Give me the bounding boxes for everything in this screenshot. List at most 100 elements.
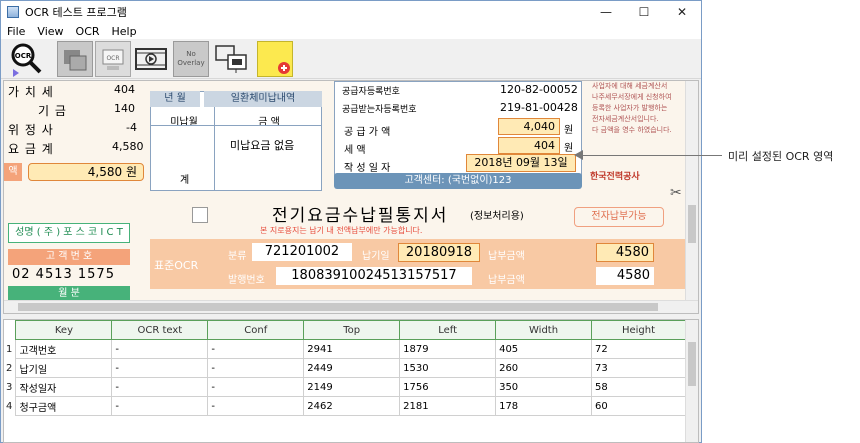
col-header-left[interactable]: Left <box>399 320 497 340</box>
close-button[interactable]: ✕ <box>663 1 701 23</box>
overlay-b-button[interactable]: OCR <box>95 41 131 77</box>
toolbar: OCR OCR No Overlay <box>1 39 701 79</box>
col-header-conf[interactable]: Conf <box>207 320 305 340</box>
magnifier-icon: OCR <box>11 43 42 77</box>
supplier-reg-label: 공급자등록번호 <box>342 87 400 97</box>
svg-text:OCR: OCR <box>15 52 32 60</box>
class-label: 분류 <box>228 251 247 262</box>
cell-left[interactable]: 1879 <box>399 339 497 359</box>
viewer-vertical-scrollbar[interactable] <box>685 81 698 302</box>
cell-width[interactable]: 178 <box>495 396 592 416</box>
cell-top[interactable]: 2941 <box>303 339 401 359</box>
customer-no: 02 4513 1575 <box>12 267 115 282</box>
minimize-button[interactable]: — <box>587 1 625 23</box>
cell-top[interactable]: 2462 <box>303 396 401 416</box>
cell-left[interactable]: 1530 <box>399 358 497 378</box>
payment-label: 납부금액 <box>488 251 525 262</box>
overlay-a-icon <box>64 50 87 71</box>
overlay-a-button[interactable] <box>57 41 93 77</box>
payment-value-2: 4580 <box>596 267 654 285</box>
table-row[interactable]: 4 청구금액 - - 2462 2181 178 60 <box>4 396 686 416</box>
row-number: 4 <box>6 400 13 412</box>
tax-value: 404 <box>498 137 560 154</box>
cell-ocr-text[interactable]: - <box>111 339 209 359</box>
cell-width[interactable]: 405 <box>495 339 592 359</box>
cell-key[interactable]: 고객번호 <box>15 339 113 359</box>
plus-icon <box>278 62 290 74</box>
table-row[interactable]: 2 납기일 - - 2449 1530 260 73 <box>4 358 686 378</box>
menu-ocr[interactable]: OCR <box>70 25 106 38</box>
no-overlay-button[interactable]: No Overlay <box>173 41 209 77</box>
customer-no-label: 고 객 번 호 <box>8 249 130 265</box>
cell-ocr-text[interactable]: - <box>111 358 209 378</box>
col-header-top[interactable]: Top <box>303 320 401 340</box>
table-vertical-scrollbar[interactable] <box>685 320 698 442</box>
electronic-payment-badge: 전자납부가능 <box>574 207 664 227</box>
cell-height[interactable]: 58 <box>591 377 686 397</box>
cell-width[interactable]: 350 <box>495 377 592 397</box>
payment-label-2: 납부금액 <box>488 275 525 286</box>
col-header-width[interactable]: Width <box>495 320 592 340</box>
viewer-vertical-thumb[interactable] <box>688 205 696 243</box>
no-overlay-label: No Overlay <box>177 50 205 67</box>
row-number: 1 <box>6 343 13 355</box>
cell-conf[interactable]: - <box>207 358 305 378</box>
cell-conf[interactable]: - <box>207 396 305 416</box>
cell-top[interactable]: 2449 <box>303 358 401 378</box>
app-window: OCR 테스트 프로그램 — ☐ ✕ File View OCR Help OC… <box>0 0 702 443</box>
kepco-logo: 한국전력공사 <box>590 172 640 182</box>
cell-width[interactable]: 260 <box>495 358 592 378</box>
checkbox-square <box>192 207 208 223</box>
maximize-button[interactable]: ☐ <box>625 1 663 23</box>
viewer-horizontal-scrollbar[interactable] <box>4 300 698 313</box>
unpaid-header-right: 일환체미납내역 <box>204 91 322 107</box>
table-row[interactable]: 3 작성일자 - - 2149 1756 350 58 <box>4 377 686 397</box>
col-header-ocr-text[interactable]: OCR text <box>111 320 209 340</box>
cell-left[interactable]: 1756 <box>399 377 497 397</box>
won-unit: 원 <box>564 125 574 136</box>
cell-height[interactable]: 73 <box>591 358 686 378</box>
cell-top[interactable]: 2149 <box>303 377 401 397</box>
document-viewer[interactable]: 가 치 세 404 기 금 140 위 정 사 -4 요 금 계 4,580 액… <box>3 80 699 314</box>
col-header-key[interactable]: Key <box>15 320 113 340</box>
menu-view[interactable]: View <box>31 25 69 38</box>
cell-height[interactable]: 72 <box>591 339 686 359</box>
table-row[interactable]: 1 고객번호 - - 2941 1879 405 72 <box>4 339 686 359</box>
total-amount: 4,580 원 <box>28 163 144 181</box>
customer-center: 고객센터: (국번없이)123 <box>334 173 582 189</box>
left-row-value: 140 <box>114 102 135 115</box>
col-header-height[interactable]: Height <box>591 320 686 340</box>
row-number: 2 <box>6 362 13 374</box>
unpaid-divider <box>214 107 215 191</box>
right-notes: 사업자에 대해 세금계산서 나주세무서장에게 신청하여 등록한 사업자가 발행하… <box>592 81 672 136</box>
cell-left[interactable]: 2181 <box>399 396 497 416</box>
title-bar[interactable]: OCR 테스트 프로그램 — ☐ ✕ <box>1 1 701 23</box>
menu-file[interactable]: File <box>1 25 31 38</box>
left-row-label: 가 치 세 <box>8 85 54 99</box>
cell-key[interactable]: 납기일 <box>15 358 113 378</box>
add-note-button[interactable] <box>257 41 293 77</box>
cell-height[interactable]: 60 <box>591 396 686 416</box>
unpaid-header-left: 년 월 <box>150 91 200 107</box>
cell-key[interactable]: 작성일자 <box>15 377 113 397</box>
menu-help[interactable]: Help <box>106 25 143 38</box>
cell-ocr-text[interactable]: - <box>111 396 209 416</box>
tax-label: 세 액 <box>344 145 366 156</box>
due-date-value: 20180918 <box>398 243 480 262</box>
cell-conf[interactable]: - <box>207 377 305 397</box>
row-number: 3 <box>6 381 13 393</box>
table-vertical-thumb[interactable] <box>688 342 696 386</box>
scissors-icon: ✂ <box>670 185 682 201</box>
cell-conf[interactable]: - <box>207 339 305 359</box>
ocr-run-button[interactable]: OCR <box>9 41 45 77</box>
note-line: 나주세무서장에게 신청하여 <box>592 93 672 101</box>
buyer-reg-value: 219-81-00428 <box>500 101 578 114</box>
left-row-value: -4 <box>126 121 137 134</box>
cell-key[interactable]: 청구금액 <box>15 396 113 416</box>
video-button[interactable] <box>133 41 169 77</box>
bill-title: 전기요금수납필통지서 <box>272 206 449 226</box>
note-line: 등록한 사업자가 발행하는 <box>592 104 668 112</box>
cell-ocr-text[interactable]: - <box>111 377 209 397</box>
screen-capture-button[interactable] <box>213 41 249 77</box>
viewer-horizontal-thumb[interactable] <box>18 303 658 311</box>
